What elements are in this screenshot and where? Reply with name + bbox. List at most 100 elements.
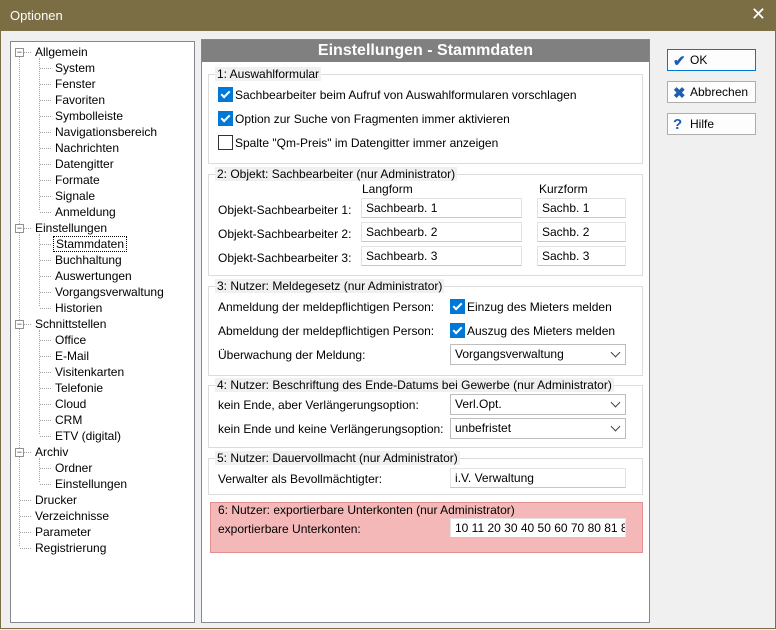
tree-item[interactable]: Schnittstellen [33, 316, 108, 332]
tree-item[interactable]: Drucker [33, 492, 79, 508]
collapse-toggle-icon[interactable]: − [15, 448, 24, 457]
collapse-toggle-icon[interactable]: − [15, 224, 24, 233]
tree-item[interactable]: Formate [53, 172, 102, 188]
tree-item-label: Historien [55, 301, 103, 315]
tree-item[interactable]: CRM [53, 412, 84, 428]
checkbox-fragmentsuche[interactable] [218, 111, 233, 126]
tree-item[interactable]: Nachrichten [53, 140, 121, 156]
tree-item[interactable]: Visitenkarten [53, 364, 126, 380]
tree-item-label: Symbolleiste [55, 109, 124, 123]
question-icon: ? [673, 116, 683, 133]
group-title: 5: Nutzer: Dauervollmacht (nur Administr… [215, 451, 460, 465]
dropdown-value: Verl.Opt. [455, 397, 502, 411]
group-title: 3: Nutzer: Meldegesetz (nur Administrato… [215, 279, 445, 293]
tree-item[interactable]: Cloud [53, 396, 88, 412]
langform-field-1[interactable]: Sachbearb. 1 [361, 198, 522, 218]
row-label: Anmeldung der meldepflichtigen Person: [218, 300, 435, 314]
close-icon[interactable]: ✕ [751, 4, 766, 25]
tree-item[interactable]: Einstellungen [53, 476, 129, 492]
tree-item-label: Registrierung [35, 541, 107, 555]
bevollmaechtigter-field[interactable]: i.V. Verwaltung [450, 468, 626, 488]
tree-item[interactable]: Ordner [53, 460, 94, 476]
checkbox-sachbearbeiter-vorschlagen[interactable] [218, 87, 233, 102]
unbefristet-dropdown[interactable]: unbefristet [450, 418, 626, 439]
column-header-kurzform: Kurzform [539, 182, 588, 196]
tree-item[interactable]: Registrierung [33, 540, 108, 556]
checkbox-label: Einzug des Mieters melden [467, 300, 612, 314]
tree-item[interactable]: Verzeichnisse [33, 508, 111, 524]
row-label: Objekt-Sachbearbeiter 1: [218, 203, 352, 217]
tree-item-label: Einstellungen [35, 221, 108, 235]
tree-item[interactable]: Vorgangsverwaltung [53, 284, 166, 300]
tree-item-label: Signale [55, 189, 96, 203]
tree-item[interactable]: Telefonie [53, 380, 105, 396]
tree-item[interactable]: Buchhaltung [53, 252, 124, 268]
tree-item[interactable]: Einstellungen [33, 220, 109, 236]
options-tree[interactable]: − Allgemein System Fenster Favoriten Symbolle… [10, 41, 195, 623]
row-label: kein Ende, aber Verlängerungsoption: [218, 398, 419, 412]
tree-item[interactable]: Favoriten [53, 92, 107, 108]
settings-panel: Einstellungen - Stammdaten 1: Auswahlfor… [201, 39, 650, 623]
group-title: 2: Objekt: Sachbearbeiter (nur Administr… [215, 167, 458, 181]
ok-button[interactable]: ✔ OK [667, 49, 756, 71]
checkmark-icon: ✔ [673, 53, 686, 70]
tree-item[interactable]: Symbolleiste [53, 108, 125, 124]
tree-item[interactable]: Parameter [33, 524, 93, 540]
tree-item[interactable]: Anmeldung [53, 204, 118, 220]
panel-header: Einstellungen - Stammdaten [202, 40, 649, 62]
help-button[interactable]: ? Hilfe [667, 113, 756, 135]
tree-item[interactable]: Office [53, 332, 88, 348]
tree-item-label: Vorgangsverwaltung [55, 285, 164, 299]
tree-item-label: Parameter [35, 525, 92, 539]
kurzform-field-1[interactable]: Sachb. 1 [537, 198, 626, 218]
tree-item[interactable]: ETV (digital) [53, 428, 123, 444]
tree-item-label: Archiv [35, 445, 69, 459]
group-title: 1: Auswahlformular [215, 67, 322, 81]
row-label: Verwalter als Bevollmächtigter: [218, 472, 383, 486]
tree-item[interactable]: Datengitter [53, 156, 116, 172]
cross-icon: ✖ [673, 85, 686, 102]
collapse-toggle-icon[interactable]: − [15, 48, 24, 57]
checkbox-label: Auszug des Mieters melden [467, 324, 616, 338]
ueberwachung-dropdown[interactable]: Vorgangsverwaltung [450, 344, 626, 365]
checkbox-auszug-melden[interactable] [450, 323, 465, 338]
column-header-langform: Langform [362, 182, 413, 196]
tree-item-label: CRM [55, 413, 83, 427]
tree-item-label: Stammdaten [53, 236, 128, 252]
unterkonten-field[interactable]: 10 11 20 30 40 50 60 70 80 81 82 83 [450, 518, 626, 538]
checkbox-qm-preis[interactable] [218, 135, 233, 150]
group-title: 6: Nutzer: exportierbare Unterkonten (nu… [218, 503, 515, 517]
tree-item[interactable]: Archiv [33, 444, 70, 460]
kurzform-field-2[interactable]: Sachb. 2 [537, 222, 626, 242]
tree-item-label: Allgemein [35, 45, 88, 59]
collapse-toggle-icon[interactable]: − [15, 320, 24, 329]
langform-field-3[interactable]: Sachbearb. 3 [361, 246, 522, 266]
group-title: 4: Nutzer: Beschriftung des Ende-Datums … [215, 378, 614, 392]
button-label: OK [690, 53, 708, 67]
chevron-down-icon [610, 421, 621, 432]
langform-field-2[interactable]: Sachbearb. 2 [361, 222, 522, 242]
tree-item-label: Cloud [55, 397, 87, 411]
dropdown-value: Vorgangsverwaltung [455, 347, 564, 361]
tree-item[interactable]: Allgemein [33, 44, 90, 60]
tree-item-label: ETV (digital) [55, 429, 122, 443]
chevron-down-icon [610, 397, 621, 408]
cancel-button[interactable]: ✖ Abbrechen [667, 81, 756, 103]
tree-item[interactable]: E-Mail [53, 348, 91, 364]
tree-item[interactable]: Stammdaten [53, 236, 128, 252]
verlaengerung-dropdown[interactable]: Verl.Opt. [450, 394, 626, 415]
tree-item[interactable]: Signale [53, 188, 97, 204]
tree-item[interactable]: System [53, 60, 97, 76]
tree-item[interactable]: Historien [53, 300, 104, 316]
checkbox-einzug-melden[interactable] [450, 299, 465, 314]
tree-item-label: Auswertungen [55, 269, 132, 283]
kurzform-field-3[interactable]: Sachb. 3 [537, 246, 626, 266]
tree-item-label: Einstellungen [55, 477, 128, 491]
tree-item-label: Telefonie [55, 381, 104, 395]
tree-item[interactable]: Fenster [53, 76, 98, 92]
tree-item[interactable]: Navigationsbereich [53, 124, 159, 140]
checkbox-label: Sachbearbeiter beim Aufruf von Auswahlfo… [235, 88, 577, 102]
dropdown-value: unbefristet [455, 421, 512, 435]
row-label: Objekt-Sachbearbeiter 2: [218, 227, 352, 241]
tree-item[interactable]: Auswertungen [53, 268, 134, 284]
